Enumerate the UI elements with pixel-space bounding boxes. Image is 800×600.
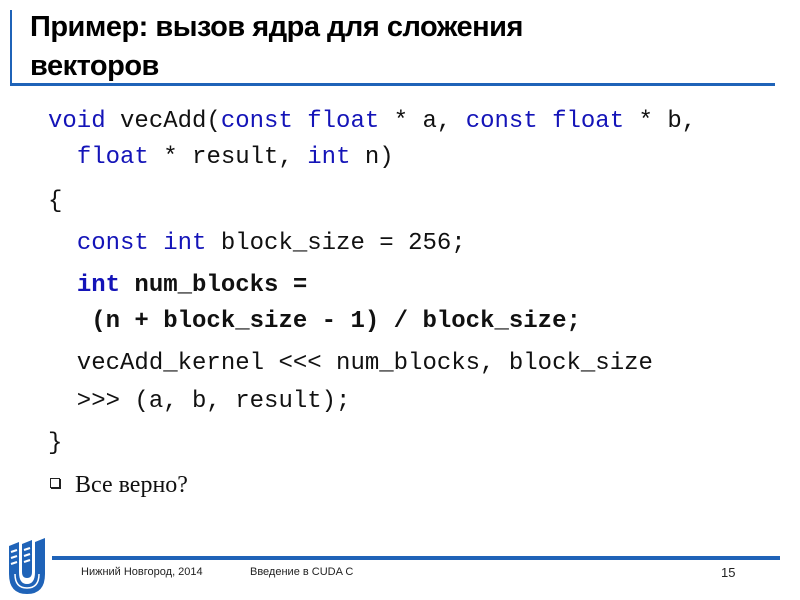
code-line: int num_blocks = — [48, 272, 307, 299]
bullet-item: Все верно? — [50, 472, 188, 499]
code-text: } — [48, 430, 63, 457]
code-text: (n + block_size - 1) / block_size; — [48, 308, 581, 335]
code-keyword: void — [48, 108, 106, 135]
bullet-text: Все верно? — [75, 472, 188, 498]
unn-logo-icon — [9, 538, 45, 594]
code-line: vecAdd_kernel <<< num_blocks, block_size — [48, 350, 653, 377]
code-keyword: float — [76, 144, 149, 171]
code-keyword: const float — [465, 108, 625, 135]
code-line: const int block_size = 256; — [48, 230, 466, 257]
code-text: vecAdd( — [105, 108, 221, 135]
code-keyword: int — [76, 272, 121, 299]
code-text: n) — [350, 144, 394, 171]
code-text: * a, — [379, 108, 466, 135]
code-text: * b, — [624, 108, 697, 135]
title-line-1: Пример: вызов ядра для сложения — [30, 11, 523, 43]
code-line: { — [48, 188, 62, 215]
footer-location: Нижний Новгород, 2014 — [81, 566, 203, 578]
code-line: >>> (a, b, result); — [48, 388, 351, 415]
code-text: * result, — [148, 144, 308, 171]
code-keyword: const float — [220, 108, 380, 135]
code-keyword: int — [307, 144, 351, 171]
code-keyword: const int — [76, 230, 207, 257]
code-line: float * result, int n) — [48, 144, 394, 171]
slide-title: Пример: вызов ядра для сложения векторов — [30, 8, 770, 86]
footer-divider — [52, 556, 780, 560]
code-line: void vecAdd(const float * a, const float… — [48, 108, 696, 135]
code-text: block_size = 256; — [206, 230, 466, 257]
code-text: { — [48, 188, 63, 215]
footer-course: Введение в CUDA C — [250, 566, 354, 578]
code-line: } — [48, 430, 62, 457]
code-text: >>> (a, b, result); — [48, 388, 351, 415]
code-text: num_blocks = — [120, 272, 308, 299]
page-number: 15 — [721, 565, 736, 580]
title-line-2: векторов — [30, 50, 159, 82]
code-text: vecAdd_kernel <<< num_blocks, block_size — [48, 350, 653, 377]
code-line: (n + block_size - 1) / block_size; — [48, 308, 581, 335]
checkbox-bullet-icon — [50, 477, 60, 488]
